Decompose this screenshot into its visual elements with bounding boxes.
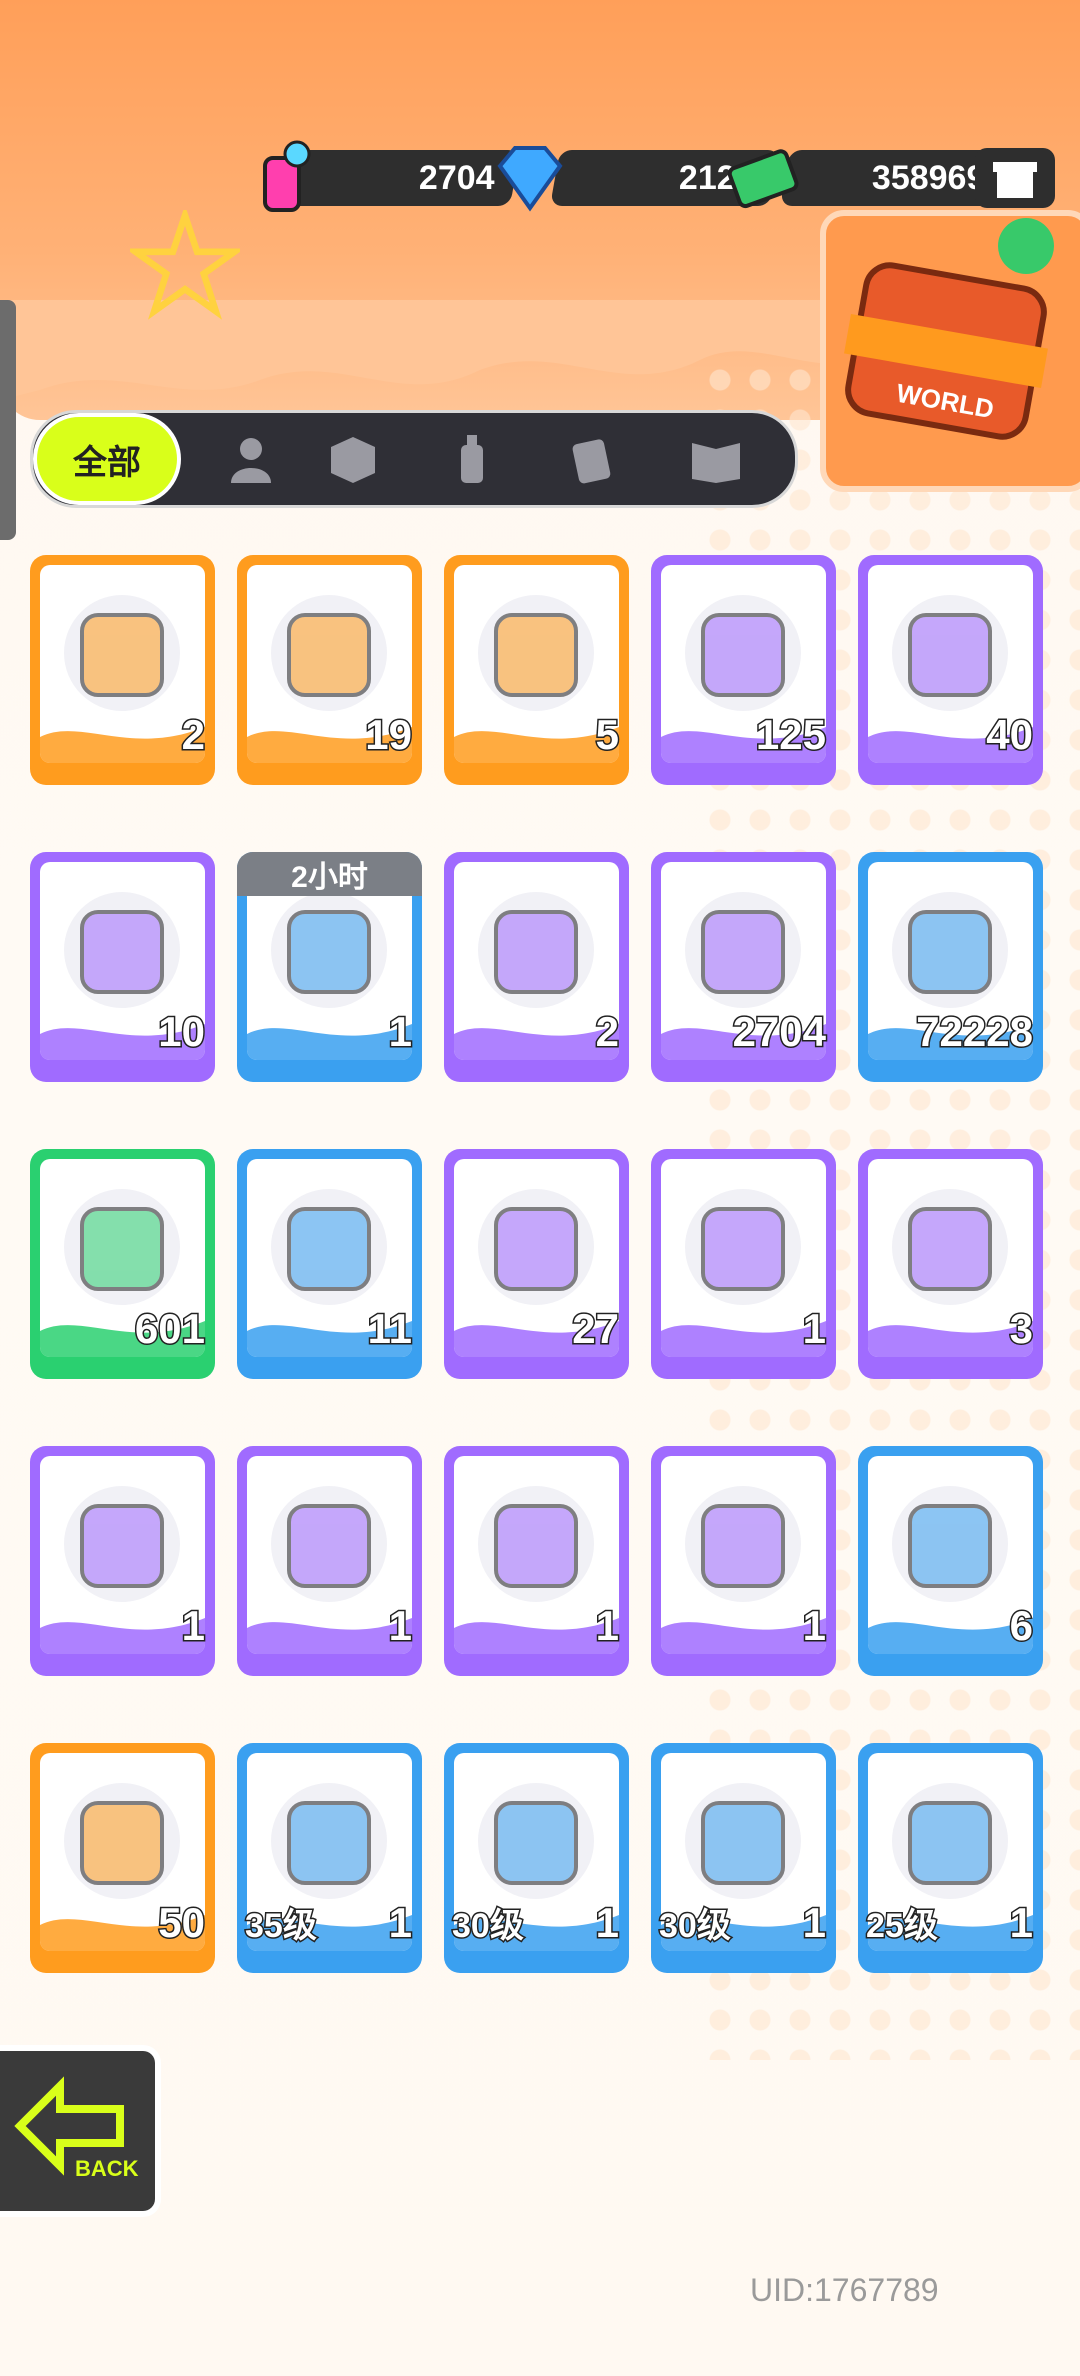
item-card-inner <box>454 862 619 1060</box>
inventory-item-card[interactable]: 6 <box>858 1446 1043 1676</box>
spray-can-tab-icon[interactable] <box>445 431 501 487</box>
inventory-item-card[interactable]: 1 <box>651 1149 836 1379</box>
inventory-item-card[interactable]: 5 <box>444 555 629 785</box>
item-count: 19 <box>364 710 414 760</box>
inventory-item-card[interactable]: 30级 1 <box>651 1743 836 1973</box>
cash-icon <box>727 149 799 209</box>
item-card-inner <box>40 565 205 763</box>
inventory-item-card[interactable]: 2 <box>444 852 629 1082</box>
suitcase-icon <box>844 218 1054 440</box>
cards-icon[interactable] <box>565 431 621 487</box>
item-count: 40 <box>985 710 1035 760</box>
item-count: 10 <box>157 1007 207 1057</box>
item-level: 35级 <box>244 1906 319 1947</box>
item-count: 1 <box>1008 1898 1034 1948</box>
inventory-item-card[interactable]: 1 <box>237 1446 422 1676</box>
inventory-item-card[interactable]: 19 <box>237 555 422 785</box>
inventory-item-card[interactable]: 25级 1 <box>858 1743 1043 1973</box>
gift-box-button[interactable] <box>975 148 1055 208</box>
rainbow-star-icon <box>478 595 594 711</box>
tab-all[interactable]: 全部 <box>33 413 181 505</box>
green-cup-icon <box>478 892 594 1008</box>
inventory-item-card[interactable]: 1 <box>444 1446 629 1676</box>
item-card-inner <box>661 1456 826 1654</box>
inventory-item-card[interactable]: 1 <box>30 1446 215 1676</box>
inventory-item-card[interactable]: 3 <box>858 1149 1043 1379</box>
item-level: 30级 <box>451 1906 526 1947</box>
cash-currency-value: 358969 <box>871 158 985 197</box>
inventory-item-card[interactable]: 72228 <box>858 852 1043 1082</box>
item-card-inner <box>868 1159 1033 1357</box>
deity-avatar-dark-hair-icon <box>271 1486 387 1602</box>
box-icon[interactable] <box>325 431 381 487</box>
user-id-label: UID:1767789 <box>750 2272 939 2308</box>
inventory-item-card[interactable]: 125 <box>651 555 836 785</box>
inventory-item-card[interactable]: 601 <box>30 1149 215 1379</box>
side-handle[interactable] <box>0 300 16 540</box>
item-count: 6 <box>1008 1601 1034 1651</box>
item-count: 27 <box>571 1304 621 1354</box>
item-count: 1 <box>180 1601 206 1651</box>
inventory-item-card[interactable]: 2小时 1 <box>237 852 422 1082</box>
item-card-inner <box>454 565 619 763</box>
item-level: 30级 <box>658 1906 733 1947</box>
item-count: 2704 <box>731 1007 827 1057</box>
item-count: 1 <box>387 1601 413 1651</box>
item-card-inner <box>661 1159 826 1357</box>
item-count: 1 <box>801 1304 827 1354</box>
item-count: 50 <box>157 1898 207 1948</box>
deity-avatar-green-hat-icon <box>64 1486 180 1602</box>
inventory-item-card[interactable]: 10 <box>30 852 215 1082</box>
spray-currency-value: 2704 <box>419 158 495 197</box>
item-card-inner <box>868 1456 1033 1654</box>
back-label: BACK <box>75 2156 139 2181</box>
item-count: 601 <box>133 1304 206 1354</box>
item-count: 125 <box>754 710 827 760</box>
item-count: 1 <box>801 1601 827 1651</box>
item-count: 2 <box>180 710 206 760</box>
deity-avatar-silver-hair-icon <box>685 1189 801 1305</box>
item-count: 1 <box>387 1007 413 1057</box>
item-card-inner <box>454 1456 619 1654</box>
item-level: 25级 <box>865 1906 940 1947</box>
alarm-clock-icon <box>271 892 387 1008</box>
item-count: 1 <box>594 1898 620 1948</box>
item-count: 1 <box>387 1898 413 1948</box>
item-count: 3 <box>1008 1304 1034 1354</box>
deity-avatar-orange-hair-icon <box>892 1189 1008 1305</box>
item-count: 72228 <box>915 1007 1035 1057</box>
spray-can-icon <box>263 140 311 212</box>
inventory-item-card[interactable]: 27 <box>444 1149 629 1379</box>
deity-avatar-blonde-braid-icon <box>478 1486 594 1602</box>
gift-box-icon <box>993 162 1037 198</box>
inventory-item-card[interactable]: 50 <box>30 1743 215 1973</box>
star-doodle-icon <box>130 210 240 320</box>
inventory-item-card[interactable]: 2704 <box>651 852 836 1082</box>
blue-sticker-pack-icon <box>892 1486 1008 1602</box>
category-tab-bar: 全部 <box>30 410 798 508</box>
currency-bar: 2704 2120 358969 <box>245 140 1075 212</box>
item-card-inner <box>40 1456 205 1654</box>
inventory-item-card[interactable]: 40 <box>858 555 1043 785</box>
back-button[interactable]: BACK <box>0 2045 161 2217</box>
item-card-inner <box>247 1456 412 1654</box>
item-count: 11 <box>366 1304 413 1354</box>
inventory-item-card[interactable]: 1 <box>651 1446 836 1676</box>
item-count: 1 <box>594 1601 620 1651</box>
item-count: 2 <box>594 1007 620 1057</box>
item-count: 5 <box>594 710 620 760</box>
inventory-item-card[interactable]: 11 <box>237 1149 422 1379</box>
person-icon[interactable] <box>223 431 279 487</box>
deity-avatar-blonde-icon <box>685 1486 801 1602</box>
inventory-item-card[interactable]: 35级 1 <box>237 1743 422 1973</box>
world-travel-card[interactable]: WORLD <box>820 210 1080 492</box>
diamond-icon <box>497 146 563 212</box>
gold-ticket-icon <box>64 595 180 711</box>
inventory-item-card[interactable]: 30级 1 <box>444 1743 629 1973</box>
inventory-item-card[interactable]: 2 <box>30 555 215 785</box>
timer-tag: 2小时 <box>237 852 422 896</box>
book-icon[interactable] <box>688 431 744 487</box>
item-count: 1 <box>801 1898 827 1948</box>
